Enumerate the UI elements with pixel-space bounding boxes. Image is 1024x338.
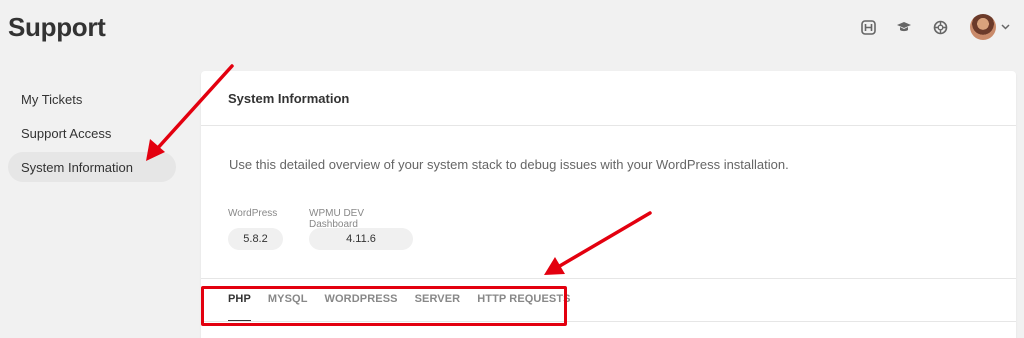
sidebar-item-system-information[interactable]: System Information xyxy=(8,152,176,182)
top-toolbar xyxy=(840,14,1010,40)
support-lifebuoy-icon[interactable] xyxy=(932,19,948,35)
version-wordpress: WordPress 5.8.2 xyxy=(228,208,283,250)
version-pill: 5.8.2 xyxy=(228,228,283,250)
page-title: Support xyxy=(8,12,106,42)
annotation-highlight-box xyxy=(201,286,567,326)
sidebar-item-my-tickets[interactable]: My Tickets xyxy=(8,84,176,114)
divider xyxy=(201,278,1016,279)
sidebar-item-label: System Information xyxy=(21,159,133,175)
version-label: WordPress xyxy=(228,208,278,219)
panel-title: System Information xyxy=(201,71,1016,126)
panel-description: Use this detailed overview of your syste… xyxy=(229,157,789,172)
sidebar-item-label: Support Access xyxy=(21,125,112,141)
sidebar-item-support-access[interactable]: Support Access xyxy=(8,118,176,148)
sidebar-nav: My Tickets Support Access System Informa… xyxy=(8,84,176,186)
avatar[interactable] xyxy=(970,14,996,40)
academy-icon[interactable] xyxy=(896,19,912,35)
version-label: WPMU DEV Dashboard xyxy=(309,208,364,230)
hub-icon[interactable] xyxy=(860,19,876,35)
chevron-down-icon[interactable] xyxy=(1000,22,1010,32)
version-wpmu-dev-dashboard: WPMU DEV Dashboard 4.11.6 xyxy=(309,208,413,250)
version-pill: 4.11.6 xyxy=(309,228,413,250)
sidebar-item-label: My Tickets xyxy=(21,91,83,107)
